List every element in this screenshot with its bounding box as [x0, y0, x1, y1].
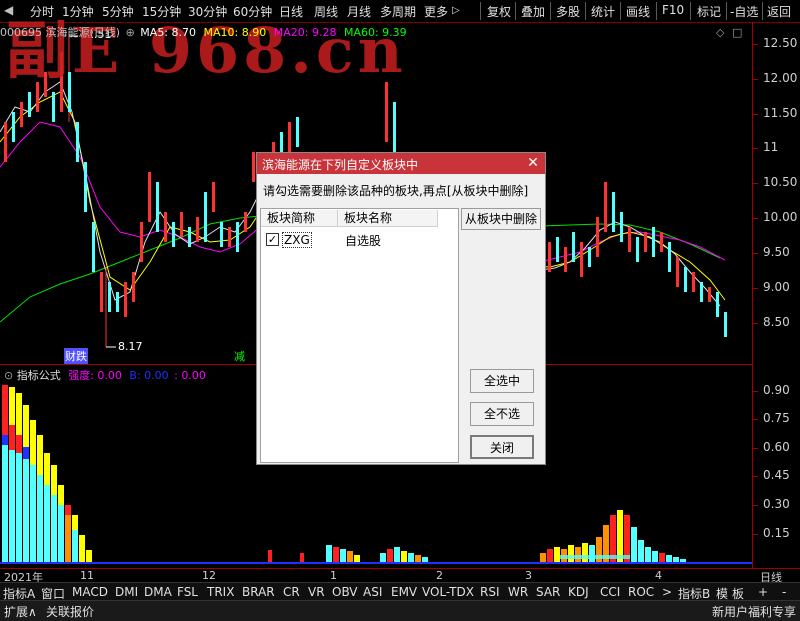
column-header-name[interactable]: 板块名称 [338, 210, 438, 227]
tab-sar[interactable]: SAR [536, 585, 560, 599]
price-tick: 12.00 [763, 71, 798, 85]
select-all-button[interactable]: 全选中 [470, 369, 534, 393]
c-label: : 0.00 [174, 369, 206, 382]
overlay-button[interactable]: 叠加 [521, 3, 545, 20]
ma20-label: MA20: 9.28 [273, 26, 337, 39]
tab-add-button[interactable]: + [758, 585, 768, 599]
watermark-logo: 副E 968.cn [6, 14, 407, 87]
indicator-name[interactable]: 指标公式 [17, 369, 61, 382]
tab-trix[interactable]: TRIX [207, 585, 234, 599]
dialog-title: 滨海能源在下列自定义板块中 [262, 158, 419, 172]
mark-button[interactable]: 标记 [697, 3, 721, 20]
remove-watchlist-button[interactable]: -自选 [730, 3, 758, 20]
price-tick: 9.00 [763, 280, 790, 294]
f10-button[interactable]: F10 [662, 3, 684, 17]
dialog-message: 请勾选需要删除该品种的板块,再点[从板块中删除] [263, 184, 529, 198]
date-label: 3 [525, 569, 532, 582]
diamond-icon[interactable]: ◇ [716, 26, 724, 39]
tab-macd[interactable]: MACD [72, 585, 108, 599]
tab-asi[interactable]: ASI [363, 585, 382, 599]
tab-cr[interactable]: CR [283, 585, 300, 599]
tab-obv[interactable]: OBV [332, 585, 358, 599]
date-label: 1 [330, 569, 337, 582]
tab-dma[interactable]: DMA [144, 585, 172, 599]
tab-wr[interactable]: WR [508, 585, 528, 599]
price-tick: 10.50 [763, 175, 798, 189]
tab-scroll-right[interactable]: > [662, 585, 672, 599]
indicator-tick: 0.15 [763, 526, 790, 540]
price-tick: 10.00 [763, 210, 798, 224]
signal-label-left: 财跌 [64, 348, 88, 364]
indicator-axis: 0.90 0.75 0.60 0.45 0.30 0.15 [753, 364, 800, 568]
tab-rsi[interactable]: RSI [480, 585, 500, 599]
date-label: 4 [655, 569, 662, 582]
price-tick: 11 [763, 140, 779, 154]
close-button[interactable]: 关闭 [470, 435, 534, 459]
low-price-marker: 8.17 [118, 340, 143, 353]
period-more[interactable]: 更多 [424, 3, 448, 20]
expand-button[interactable]: 扩展∧ [4, 603, 37, 620]
more-arrow-icon[interactable]: ▷ [452, 5, 460, 16]
new-user-promo-link[interactable]: 新用户福利专享 [712, 603, 796, 620]
indicator-tick: 0.30 [763, 497, 790, 511]
draw-line-button[interactable]: 画线 [626, 3, 650, 20]
ma60-label: MA60: 9.39 [343, 26, 407, 39]
price-tick: 9.50 [763, 245, 790, 259]
date-label: 2 [436, 569, 443, 582]
price-tick: 11.50 [763, 106, 798, 120]
indicator-header: ⊙ 指标公式 强度: 0.00 B: 0.00 : 0.00 [4, 367, 206, 383]
multi-stock-button[interactable]: 多股 [556, 3, 580, 20]
date-axis: 2021年 11 12 1 2 3 4 日线 [0, 568, 800, 584]
tab-fsl[interactable]: FSL [177, 585, 198, 599]
list-item[interactable]: ✓ ZXG 自选股 [263, 231, 453, 248]
ma5-label: MA5: 8.70 [140, 26, 197, 39]
tab-brar[interactable]: BRAR [242, 585, 275, 599]
tab-roc[interactable]: ROC [628, 585, 654, 599]
square-icon[interactable]: □ [732, 26, 742, 39]
date-label: 11 [80, 569, 94, 582]
price-tick: 12.50 [763, 36, 798, 50]
price-tick: 8.50 [763, 315, 790, 329]
custom-block-dialog: 滨海能源在下列自定义板块中 ✕ 请勾选需要删除该品种的板块,再点[从板块中删除]… [256, 152, 546, 465]
b-label: B: 0.00 [129, 369, 169, 382]
indicator-tick: 0.75 [763, 411, 790, 425]
column-header-short[interactable]: 板块简称 [261, 210, 338, 227]
dialog-title-bar[interactable]: 滨海能源在下列自定义板块中 ✕ [257, 153, 545, 174]
ma-settings-icon[interactable]: ⊕ [126, 26, 135, 39]
tab-dmi[interactable]: DMI [115, 585, 138, 599]
ma10-label: MA10: 8.90 [203, 26, 267, 39]
stock-code-name: 000695 滨海能源(日线) [0, 26, 121, 39]
strength-label: 强度: 0.00 [68, 369, 122, 382]
statistics-button[interactable]: 统计 [591, 3, 615, 20]
restore-rights-button[interactable]: 复权 [487, 3, 511, 20]
tab-vol-tdx[interactable]: VOL-TDX [422, 585, 474, 599]
status-bar: 扩展∧ 关联报价 新用户福利专享 [0, 600, 800, 621]
back-button[interactable]: 返回 [767, 3, 791, 20]
remove-from-block-button[interactable]: 从板块中删除 [461, 208, 541, 230]
tab-vr[interactable]: VR [308, 585, 325, 599]
indicator-menu-icon[interactable]: ⊙ [4, 369, 13, 382]
block-name: 自选股 [345, 234, 382, 248]
indicator-tab-bar: 指标A 窗口 MACD DMI DMA FSL TRIX BRAR CR VR … [0, 582, 800, 601]
tab-remove-button[interactable]: - [782, 585, 786, 599]
signal-label-mid: 减 [234, 350, 245, 363]
tab-emv[interactable]: EMV [391, 585, 417, 599]
indicator-tick: 0.45 [763, 468, 790, 482]
stock-info-line: 000695 滨海能源(日线) ⊕ MA5: 8.70 MA10: 8.90 M… [0, 24, 407, 40]
indicator-tick: 0.90 [763, 383, 790, 397]
related-quote-button[interactable]: 关联报价 [46, 603, 94, 620]
date-label: 12 [202, 569, 216, 582]
close-icon[interactable]: ✕ [524, 154, 542, 172]
block-short-name: ZXG [282, 232, 312, 248]
tab-cci[interactable]: CCI [600, 585, 620, 599]
select-none-button[interactable]: 全不选 [470, 402, 534, 426]
indicator-tick: 0.60 [763, 440, 790, 454]
checkbox-checked-icon[interactable]: ✓ [266, 233, 279, 246]
price-axis: 12.50 12.00 11.50 11 10.50 10.00 9.50 9.… [753, 22, 800, 364]
block-list[interactable]: 板块简称 板块名称 ✓ ZXG 自选股 [260, 208, 459, 463]
tab-kdj[interactable]: KDJ [568, 585, 589, 599]
